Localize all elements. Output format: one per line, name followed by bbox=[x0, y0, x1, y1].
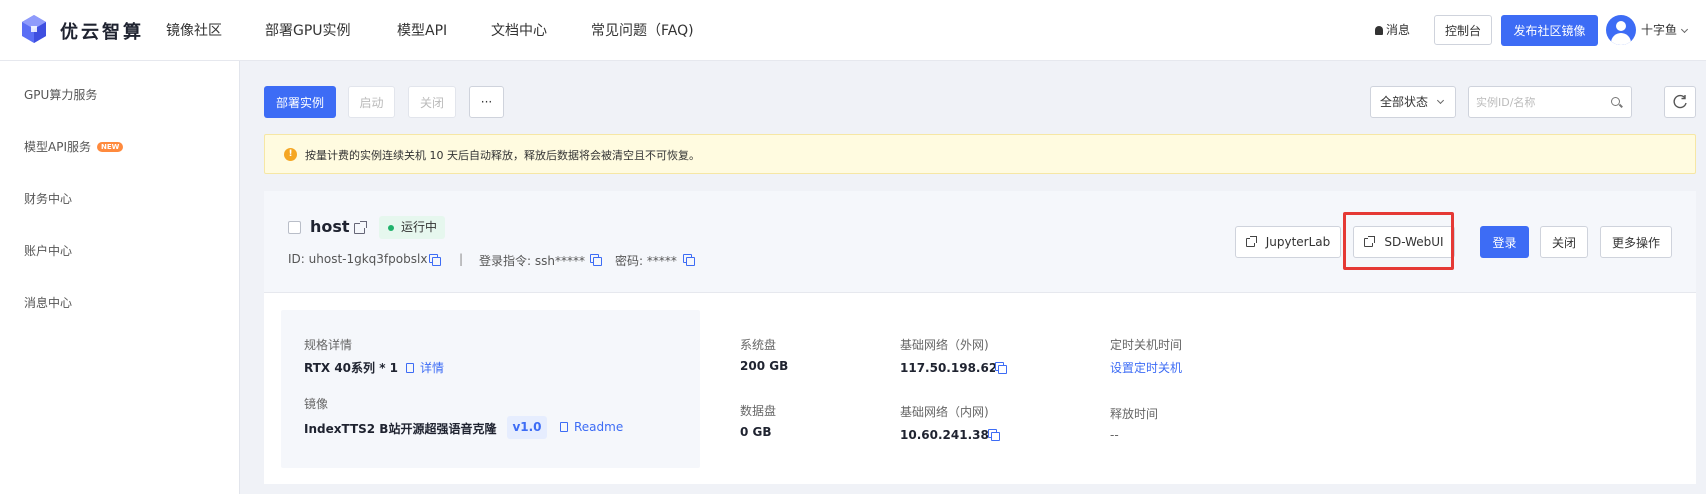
private-network-label: 基础网络（内网) bbox=[900, 405, 989, 419]
refresh-button[interactable] bbox=[1664, 86, 1696, 118]
scheduled-shutdown-label: 定时关机时间 bbox=[1110, 338, 1183, 352]
highlight-box bbox=[1343, 212, 1454, 270]
copy-private-ip-icon[interactable] bbox=[988, 429, 1000, 441]
status-badge: 运行中 bbox=[379, 216, 445, 239]
instance-checkbox[interactable] bbox=[288, 221, 301, 234]
console-button[interactable]: 控制台 bbox=[1434, 15, 1492, 45]
messages-link[interactable]: 消息 bbox=[1375, 21, 1410, 38]
copy-id-icon[interactable] bbox=[429, 254, 441, 266]
notice-text: 按量计费的实例连续关机 10 天后自动释放，释放后数据将会被清空且不可恢复。 bbox=[305, 149, 700, 162]
more-actions-button[interactable]: ··· bbox=[469, 86, 504, 118]
set-scheduled-shutdown-link[interactable]: 设置定时关机 bbox=[1110, 359, 1182, 376]
public-network-label: 基础网络（外网) bbox=[900, 338, 989, 352]
release-time-value: -- bbox=[1110, 428, 1119, 442]
search-input[interactable] bbox=[1476, 87, 1606, 117]
nav-image-community[interactable]: 镜像社区 bbox=[166, 20, 222, 40]
user-menu[interactable]: 十字鱼 bbox=[1641, 21, 1689, 38]
release-time-label: 释放时间 bbox=[1110, 407, 1159, 421]
image-label: 镜像 bbox=[304, 397, 329, 411]
sidebar-item-gpu[interactable]: GPU算力服务 bbox=[24, 86, 97, 103]
publish-image-button[interactable]: 发布社区镜像 bbox=[1501, 15, 1598, 46]
spec-value: RTX 40系列 * 1 bbox=[304, 361, 398, 375]
system-disk-label: 系统盘 bbox=[740, 338, 777, 352]
jupyterlab-button[interactable]: JupyterLab bbox=[1235, 226, 1341, 258]
readme-link[interactable]: Readme bbox=[560, 420, 623, 434]
warning-icon: ! bbox=[284, 148, 297, 161]
notice-banner: ! 按量计费的实例连续关机 10 天后自动释放，释放后数据将会被清空且不可恢复。 bbox=[264, 134, 1696, 174]
spec-panel bbox=[281, 310, 700, 468]
status-filter-value: 全部状态 bbox=[1380, 95, 1429, 109]
instance-name: host bbox=[310, 217, 350, 236]
detail-label: 详情 bbox=[420, 361, 445, 375]
document-icon bbox=[406, 363, 414, 373]
copy-password-icon[interactable] bbox=[683, 254, 695, 266]
external-link-icon bbox=[1245, 235, 1257, 247]
nav-docs[interactable]: 文档中心 bbox=[491, 20, 547, 40]
refresh-icon bbox=[1673, 94, 1687, 109]
sidebar-item-model-api[interactable]: 模型API服务 NEW bbox=[24, 138, 124, 155]
avatar[interactable] bbox=[1606, 15, 1636, 45]
spec-label: 规格详情 bbox=[304, 338, 353, 352]
sidebar-item-messages[interactable]: 消息中心 bbox=[24, 294, 72, 311]
stop-button[interactable]: 关闭 bbox=[408, 86, 456, 118]
sidebar-item-finance[interactable]: 财务中心 bbox=[24, 190, 72, 207]
version-badge: v1.0 bbox=[507, 416, 547, 439]
top-navbar: 优云智算 镜像社区 部署GPU实例 模型API 文档中心 常见问题（FAQ) 消… bbox=[0, 0, 1706, 61]
system-disk-value: 200 GB bbox=[740, 359, 789, 373]
spec-detail-link[interactable]: 详情 bbox=[406, 359, 444, 376]
nav-model-api[interactable]: 模型API bbox=[397, 20, 447, 40]
nav-faq[interactable]: 常见问题（FAQ) bbox=[591, 20, 694, 40]
nav-deploy-gpu[interactable]: 部署GPU实例 bbox=[265, 20, 351, 40]
login-command: 登录指令: ssh***** bbox=[479, 254, 585, 268]
private-ip: 10.60.241.38 bbox=[900, 428, 989, 442]
search-icon[interactable] bbox=[1611, 97, 1620, 106]
brand-name[interactable]: 优云智算 bbox=[60, 18, 144, 44]
instance-id: ID: uhost-1gkq3fpobslx bbox=[288, 252, 428, 266]
image-value: IndexTTS2 B站开源超强语音克隆 bbox=[304, 422, 497, 436]
status-filter-select[interactable]: 全部状态 bbox=[1370, 86, 1456, 118]
login-button[interactable]: 登录 bbox=[1480, 226, 1529, 258]
sidebar-item-label: 模型API服务 bbox=[24, 140, 91, 154]
bell-icon bbox=[1375, 26, 1383, 35]
logo-icon[interactable] bbox=[18, 13, 50, 45]
public-ip: 117.50.198.62 bbox=[900, 361, 998, 375]
copy-login-icon[interactable] bbox=[590, 254, 602, 266]
username: 十字鱼 bbox=[1641, 23, 1678, 37]
sidebar: GPU算力服务 模型API服务 NEW 财务中心 账户中心 消息中心 bbox=[0, 61, 240, 494]
meta-separator: | bbox=[459, 252, 464, 266]
more-operations-button[interactable]: 更多操作 bbox=[1600, 226, 1672, 258]
edit-name-icon[interactable] bbox=[354, 221, 367, 234]
deploy-instance-button[interactable]: 部署实例 bbox=[264, 86, 336, 118]
data-disk-value: 0 GB bbox=[740, 425, 772, 439]
readme-label: Readme bbox=[574, 420, 624, 434]
new-badge: NEW bbox=[97, 142, 124, 152]
chevron-down-icon bbox=[1436, 96, 1445, 105]
messages-label: 消息 bbox=[1386, 23, 1411, 37]
start-button[interactable]: 启动 bbox=[348, 86, 395, 118]
data-disk-label: 数据盘 bbox=[740, 404, 777, 418]
close-button[interactable]: 关闭 bbox=[1540, 226, 1588, 258]
search-box[interactable] bbox=[1468, 86, 1632, 118]
password: 密码: ***** bbox=[615, 254, 677, 268]
jupyterlab-label: JupyterLab bbox=[1265, 235, 1331, 249]
copy-public-ip-icon[interactable] bbox=[995, 362, 1007, 374]
sidebar-item-account[interactable]: 账户中心 bbox=[24, 242, 72, 259]
chevron-down-icon bbox=[1680, 25, 1689, 34]
document-icon bbox=[560, 422, 568, 432]
